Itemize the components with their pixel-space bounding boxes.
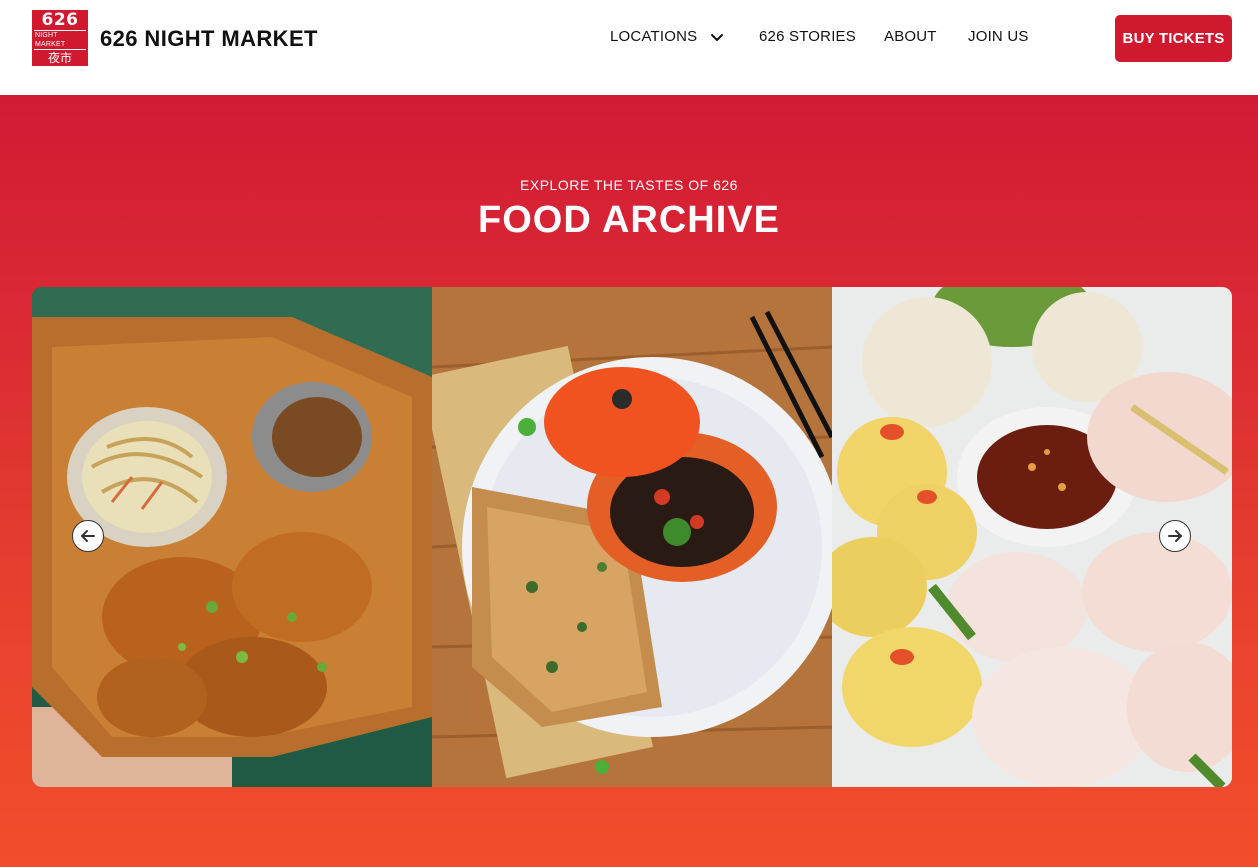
section-title: FOOD ARCHIVE bbox=[478, 199, 780, 241]
carousel-prev-button[interactable] bbox=[72, 520, 104, 552]
nav-stories[interactable]: 626 STORIES bbox=[759, 28, 856, 45]
buy-tickets-button[interactable]: BUY TICKETS bbox=[1115, 15, 1232, 62]
section-eyebrow: EXPLORE THE TASTES OF 626 bbox=[520, 177, 738, 193]
chevron-down-icon bbox=[711, 33, 724, 41]
nav-join[interactable]: JOIN US bbox=[968, 28, 1029, 45]
logo-subtitle: NIGHT MARKET bbox=[34, 29, 86, 50]
arrow-right-icon bbox=[1168, 530, 1182, 542]
nav-locations[interactable]: LOCATIONS bbox=[610, 28, 725, 45]
nav-about[interactable]: ABOUT bbox=[884, 28, 937, 45]
arrow-left-icon bbox=[81, 530, 95, 542]
logo-cjk: 夜市 bbox=[47, 50, 72, 65]
brand-name[interactable]: 626 NIGHT MARKET bbox=[100, 26, 318, 52]
logo-number: 626 bbox=[41, 9, 79, 30]
food-carousel[interactable] bbox=[32, 287, 1232, 787]
site-header: 626 NIGHT MARKET 夜市 626 NIGHT MARKET LOC… bbox=[0, 0, 1258, 95]
carousel-slide-scallion-pancake[interactable] bbox=[432, 287, 832, 787]
nav-locations-label: LOCATIONS bbox=[610, 28, 698, 45]
logo[interactable]: 626 NIGHT MARKET 夜市 bbox=[32, 10, 88, 66]
carousel-next-button[interactable] bbox=[1159, 520, 1191, 552]
scallion-pancake-image bbox=[432, 287, 832, 787]
food-archive-section: EXPLORE THE TASTES OF 626 FOOD ARCHIVE bbox=[0, 95, 1258, 867]
